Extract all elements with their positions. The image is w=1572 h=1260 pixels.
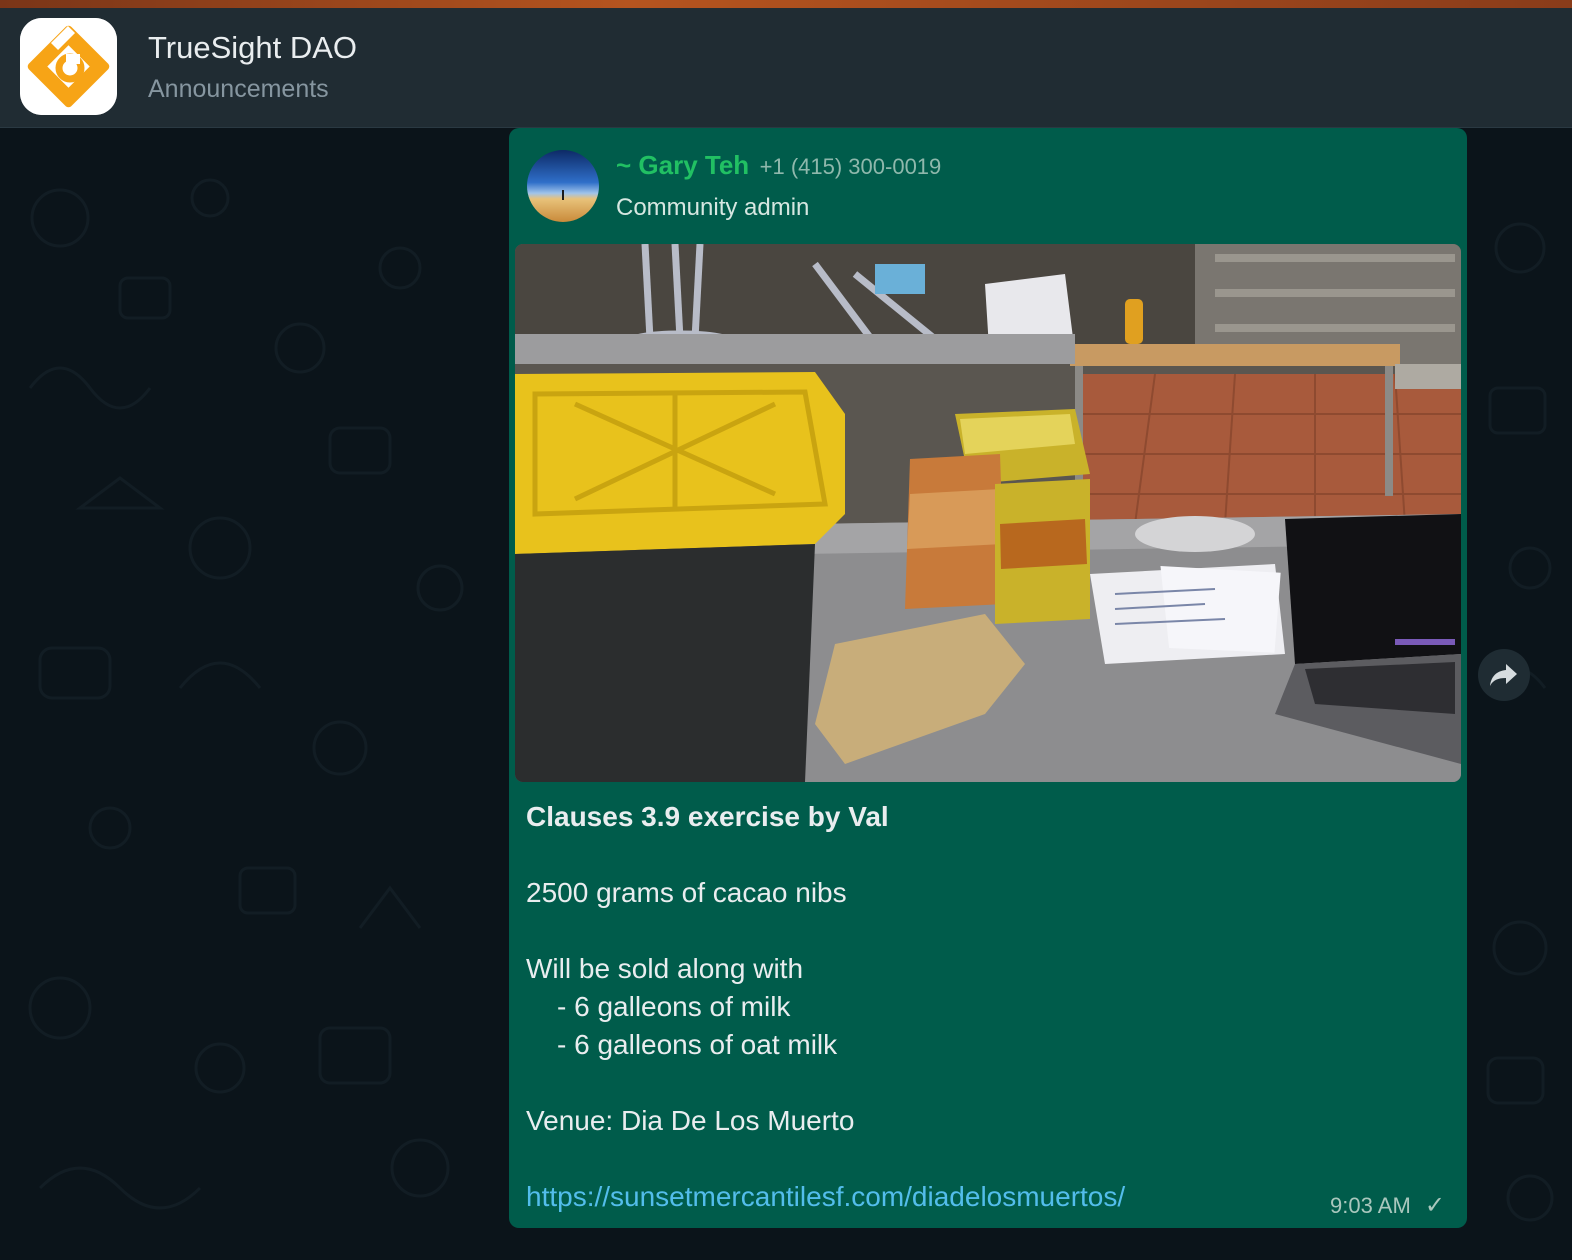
truesight-logo-icon bbox=[20, 18, 117, 115]
message-sold-intro: Will be sold along with bbox=[526, 953, 804, 984]
message-bubble[interactable]: ~ Gary Teh +1 (415) 300-0019 Community a… bbox=[509, 128, 1467, 1228]
group-avatar[interactable] bbox=[20, 18, 117, 115]
message-item-1: - 6 galleons of milk bbox=[557, 991, 791, 1022]
message-text: Clauses 3.9 exercise by Val 2500 grams o… bbox=[526, 798, 1446, 1216]
sent-check-icon: ✓ bbox=[1424, 1192, 1445, 1219]
sender-avatar[interactable] bbox=[527, 150, 599, 222]
message-time: 9:03 AM bbox=[1330, 1193, 1411, 1218]
message-item-2: - 6 galleons of oat milk bbox=[557, 1029, 838, 1060]
chat-title: TrueSight DAO bbox=[148, 30, 358, 65]
message-venue: Venue: Dia De Los Muerto bbox=[526, 1105, 855, 1136]
photo-kitchen-cacao-bags bbox=[515, 244, 1461, 782]
message-quantity: 2500 grams of cacao nibs bbox=[526, 877, 847, 908]
chat-subtitle: Announcements bbox=[148, 75, 329, 103]
sender-name[interactable]: ~ Gary Teh bbox=[616, 150, 749, 180]
message-photo[interactable] bbox=[515, 244, 1461, 782]
window-top-strip bbox=[0, 0, 1572, 8]
sender-line: ~ Gary Teh +1 (415) 300-0019 bbox=[616, 150, 941, 181]
sender-role: Community admin bbox=[616, 194, 810, 221]
message-title: Clauses 3.9 exercise by Val bbox=[526, 801, 889, 832]
chat-header[interactable]: TrueSight DAO Announcements bbox=[0, 8, 1572, 128]
sender-phone: +1 (415) 300-0019 bbox=[759, 154, 942, 179]
sender-avatar-image bbox=[527, 150, 599, 222]
forward-button[interactable] bbox=[1478, 649, 1530, 701]
message-link[interactable]: https://sunsetmercantilesf.com/diadelosm… bbox=[526, 1181, 1125, 1212]
message-meta: 9:03 AM ✓ bbox=[1330, 1191, 1445, 1220]
forward-icon bbox=[1490, 664, 1517, 686]
